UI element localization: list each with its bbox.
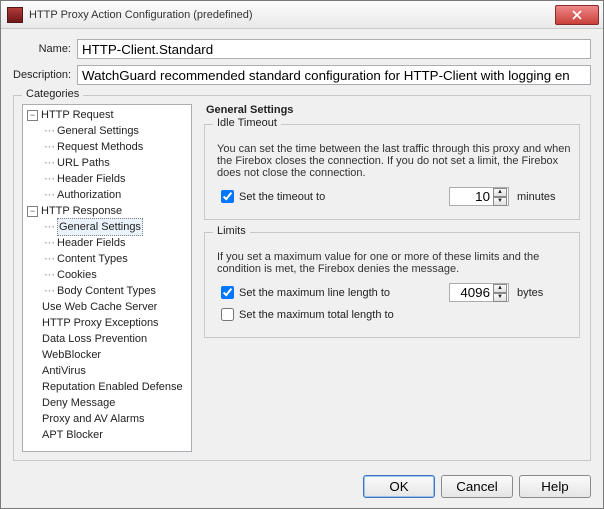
settings-title: General Settings <box>206 104 582 116</box>
tree-item[interactable]: Reputation Enabled Defense <box>25 379 189 395</box>
categories-fieldset: Categories −HTTP Request ⋯General Settin… <box>13 95 591 461</box>
idle-timeout-label: Set the timeout to <box>239 191 325 203</box>
close-button[interactable] <box>555 5 599 25</box>
app-icon <box>7 7 23 23</box>
tree-item[interactable]: Deny Message <box>25 395 189 411</box>
spin-up-icon[interactable]: ▲ <box>493 284 507 293</box>
collapse-icon[interactable]: − <box>27 110 38 121</box>
categories-tree[interactable]: −HTTP Request ⋯General Settings ⋯Request… <box>22 104 192 452</box>
max-line-checkbox[interactable] <box>221 286 234 299</box>
spin-down-icon[interactable]: ▼ <box>493 293 507 302</box>
spin-up-icon[interactable]: ▲ <box>493 188 507 197</box>
tree-item[interactable]: ⋯Cookies <box>25 267 189 283</box>
tree-item[interactable]: ⋯Authorization <box>25 187 189 203</box>
footer: OK Cancel Help <box>1 467 603 508</box>
idle-timeout-unit: minutes <box>517 191 567 203</box>
titlebar: HTTP Proxy Action Configuration (predefi… <box>1 1 603 29</box>
categories-legend: Categories <box>22 88 83 100</box>
tree-item[interactable]: Data Loss Prevention <box>25 331 189 347</box>
idle-timeout-checkbox[interactable] <box>221 190 234 203</box>
tree-item[interactable]: ⋯Body Content Types <box>25 283 189 299</box>
max-line-spinner: ▲ ▼ <box>449 283 507 302</box>
tree-http-request[interactable]: −HTTP Request <box>25 107 189 123</box>
description-label: Description: <box>13 69 77 81</box>
tree-http-response[interactable]: −HTTP Response <box>25 203 189 219</box>
dialog-body: Name: Description: Categories −HTTP Requ… <box>1 29 603 467</box>
tree-item[interactable]: AntiVirus <box>25 363 189 379</box>
ok-button[interactable]: OK <box>363 475 435 498</box>
tree-item[interactable]: WebBlocker <box>25 347 189 363</box>
idle-timeout-desc: You can set the time between the last tr… <box>217 143 571 179</box>
cancel-button[interactable]: Cancel <box>441 475 513 498</box>
idle-timeout-legend: Idle Timeout <box>213 117 281 129</box>
limits-legend: Limits <box>213 225 250 237</box>
tree-item-selected[interactable]: ⋯General Settings <box>25 219 189 235</box>
tree-item[interactable]: ⋯Content Types <box>25 251 189 267</box>
dialog-window: HTTP Proxy Action Configuration (predefi… <box>0 0 604 509</box>
name-row: Name: <box>13 39 591 59</box>
collapse-icon[interactable]: − <box>27 206 38 217</box>
tree-item[interactable]: ⋯Header Fields <box>25 235 189 251</box>
idle-timeout-row: Set the timeout to ▲ ▼ minutes <box>217 187 567 206</box>
name-label: Name: <box>13 43 77 55</box>
settings-pane: General Settings Idle Timeout You can se… <box>202 104 582 452</box>
tree-item[interactable]: Use Web Cache Server <box>25 299 189 315</box>
idle-timeout-spinner: ▲ ▼ <box>449 187 507 206</box>
idle-timeout-group: Idle Timeout You can set the time betwee… <box>204 124 580 220</box>
max-total-checkbox[interactable] <box>221 308 234 321</box>
limits-line-row: Set the maximum line length to ▲ ▼ bytes <box>217 283 567 302</box>
spin-down-icon[interactable]: ▼ <box>493 197 507 206</box>
description-row: Description: <box>13 65 591 85</box>
tree-item[interactable]: APT Blocker <box>25 427 189 443</box>
name-input[interactable] <box>77 39 591 59</box>
tree-item[interactable]: Proxy and AV Alarms <box>25 411 189 427</box>
limits-total-row: Set the maximum total length to <box>217 305 567 324</box>
tree-item[interactable]: ⋯URL Paths <box>25 155 189 171</box>
window-title: HTTP Proxy Action Configuration (predefi… <box>29 9 555 21</box>
max-line-unit: bytes <box>517 287 567 299</box>
description-input[interactable] <box>77 65 591 85</box>
close-icon <box>572 10 582 20</box>
max-total-label: Set the maximum total length to <box>239 309 394 321</box>
tree-item[interactable]: ⋯Header Fields <box>25 171 189 187</box>
tree-item[interactable]: ⋯General Settings <box>25 123 189 139</box>
tree-item[interactable]: HTTP Proxy Exceptions <box>25 315 189 331</box>
help-button[interactable]: Help <box>519 475 591 498</box>
tree-item[interactable]: ⋯Request Methods <box>25 139 189 155</box>
max-line-label: Set the maximum line length to <box>239 287 390 299</box>
limits-desc: If you set a maximum value for one or mo… <box>217 251 571 275</box>
limits-group: Limits If you set a maximum value for on… <box>204 232 580 338</box>
